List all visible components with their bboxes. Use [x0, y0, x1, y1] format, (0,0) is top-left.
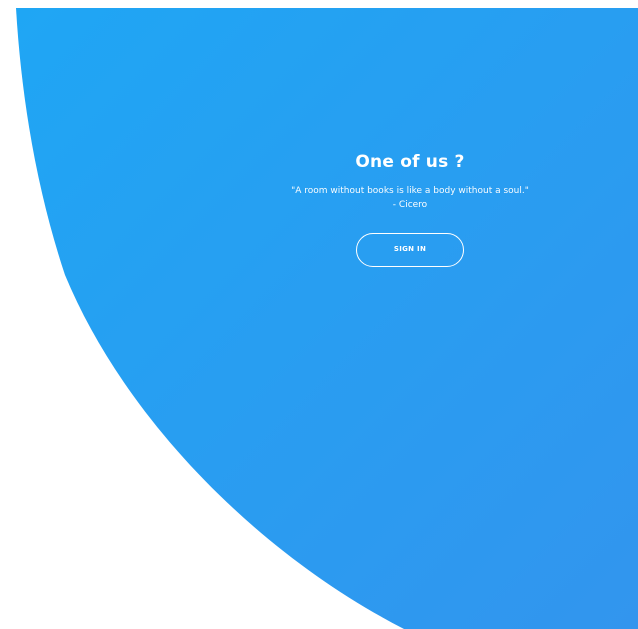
quote-text: "A room without books is like a body wit… — [291, 186, 529, 196]
page: One of us ? "A room without books is lik… — [0, 0, 638, 629]
blue-panel-shape — [16, 8, 638, 629]
quote-author: - Cicero — [392, 200, 428, 210]
signin-panel: One of us ? "A room without books is lik… — [236, 150, 584, 267]
blue-panel-background — [16, 8, 638, 629]
sign-in-button[interactable]: SIGN IN — [356, 233, 464, 267]
panel-title: One of us ? — [355, 152, 465, 172]
